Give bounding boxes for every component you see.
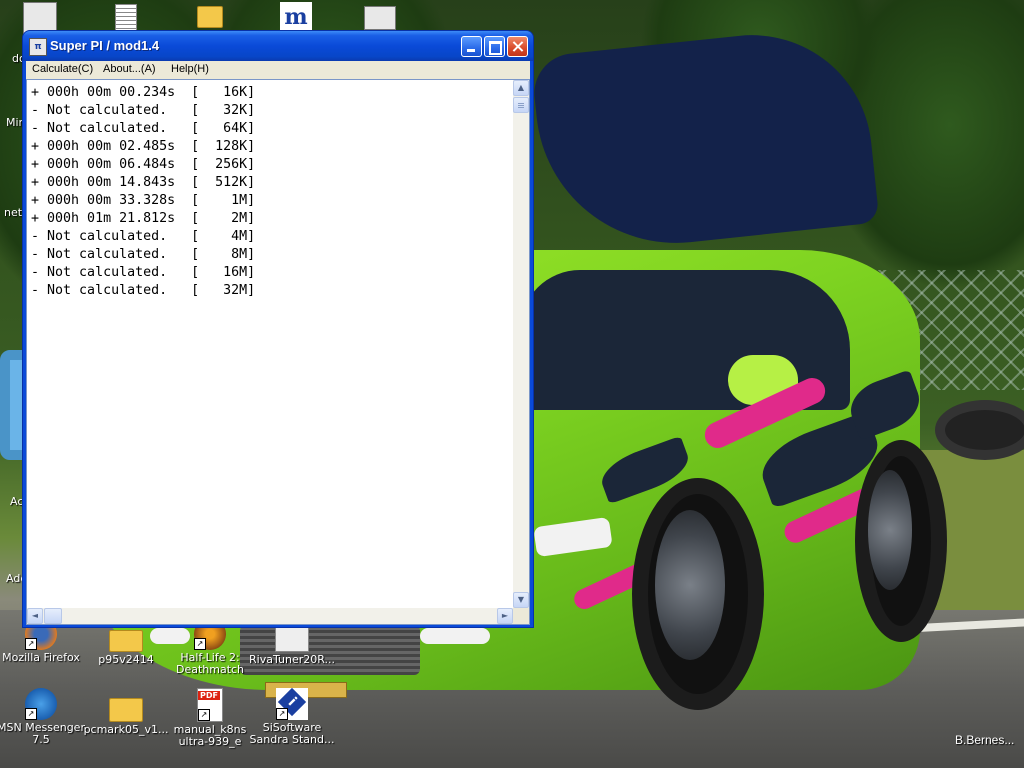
- result-digits: 256K: [215, 157, 248, 172]
- close-button[interactable]: [507, 36, 528, 57]
- scroll-left-button[interactable]: ◄: [27, 608, 43, 624]
- result-time: 000h 00m 33.328s: [47, 193, 176, 208]
- menu-help[interactable]: Help(H): [171, 63, 209, 75]
- result-row: - Not calculated. [8M]: [31, 247, 256, 262]
- result-digits: 8M: [231, 247, 248, 262]
- result-digits: 4M: [231, 229, 248, 244]
- result-status: -: [31, 283, 40, 298]
- result-status: +: [31, 139, 40, 154]
- minimize-button[interactable]: [461, 36, 482, 57]
- result-time: 000h 00m 00.234s: [47, 85, 176, 100]
- shortcut-arrow-icon: ↗: [276, 708, 288, 720]
- vertical-scroll-thumb[interactable]: [513, 97, 529, 113]
- superpi-app-icon[interactable]: π: [29, 38, 47, 56]
- result-row: + 000h 00m 06.484s [256K]: [31, 157, 256, 172]
- result-row: + 000h 01m 21.812s [2M]: [31, 211, 256, 226]
- result-row: - Not calculated. [32K]: [31, 103, 256, 118]
- desktop-icon-sandra[interactable]: ↗ SiSoftware Sandra Stand...: [244, 688, 340, 746]
- result-status: +: [31, 193, 40, 208]
- desktop-icon-cpu-top[interactable]: [332, 6, 428, 32]
- folder-icon: [197, 6, 223, 28]
- result-row: + 000h 00m 14.843s [512K]: [31, 175, 256, 190]
- result-digits: 128K: [215, 139, 248, 154]
- result-row: + 000h 00m 02.485s [128K]: [31, 139, 256, 154]
- menu-bar: Calculate(C) About...(A) Help(H): [26, 61, 530, 79]
- result-status: +: [31, 175, 40, 190]
- result-row: - Not calculated. [4M]: [31, 229, 256, 244]
- folder-icon: [109, 698, 143, 722]
- horizontal-scroll-thumb[interactable]: [44, 608, 62, 624]
- result-time: Not calculated.: [47, 265, 168, 280]
- cpu-icon: [364, 6, 396, 30]
- result-time: 000h 00m 02.485s: [47, 139, 176, 154]
- result-digits: 1M: [231, 193, 248, 208]
- result-digits: 32M: [223, 283, 248, 298]
- superpi-window[interactable]: π Super PI / mod1.4 Calculate(C) About..…: [22, 30, 534, 628]
- result-row: - Not calculated. [16M]: [31, 265, 256, 280]
- result-digits: 64K: [223, 121, 248, 136]
- result-time: Not calculated.: [47, 121, 168, 136]
- pdf-icon: ↗: [197, 688, 223, 722]
- result-digits: 512K: [215, 175, 248, 190]
- shortcut-arrow-icon: ↗: [25, 638, 37, 650]
- shortcut-arrow-icon: ↗: [25, 708, 37, 720]
- title-bar[interactable]: π Super PI / mod1.4: [23, 31, 533, 61]
- result-row: - Not calculated. [32M]: [31, 283, 256, 298]
- result-digits: 32K: [223, 103, 248, 118]
- folder-icon: [109, 630, 143, 652]
- menu-about[interactable]: About...(A): [103, 63, 156, 75]
- result-digits: 2M: [231, 211, 248, 226]
- result-row: - Not calculated. [64K]: [31, 121, 256, 136]
- result-digits: 16K: [223, 85, 248, 100]
- sandra-icon: ↗: [276, 688, 308, 720]
- desktop-icon-label: 7.5: [32, 733, 50, 746]
- desktop-icon-msn[interactable]: ↗ MSN Messenger 7.5: [0, 688, 89, 746]
- scrollbar-corner: [513, 608, 529, 624]
- result-row: + 000h 00m 33.328s [1M]: [31, 193, 256, 208]
- result-time: Not calculated.: [47, 229, 168, 244]
- result-time: Not calculated.: [47, 283, 168, 298]
- result-time: Not calculated.: [47, 247, 168, 262]
- menu-calculate[interactable]: Calculate(C): [32, 63, 93, 75]
- result-status: -: [31, 265, 40, 280]
- desktop-icon-pcmark[interactable]: pcmark05_v1...: [78, 688, 174, 736]
- scroll-right-button[interactable]: ►: [497, 608, 513, 624]
- msn-icon: ↗: [25, 688, 57, 720]
- desktop-icon-label: Mozilla Firefox: [2, 651, 80, 664]
- scroll-up-button[interactable]: ▲: [513, 80, 529, 96]
- result-time: 000h 00m 06.484s: [47, 157, 176, 172]
- results-panel[interactable]: + 000h 00m 00.234s [16K] - Not calculated…: [26, 79, 530, 625]
- result-time: 000h 01m 21.812s: [47, 211, 176, 226]
- wallpaper-watermark: B.Bernes...: [955, 733, 1015, 747]
- result-status: -: [31, 103, 40, 118]
- results-list: + 000h 00m 00.234s [16K] - Not calculated…: [31, 84, 255, 300]
- result-status: -: [31, 247, 40, 262]
- desktop-icon-label: pcmark05_v1...: [83, 723, 169, 736]
- vertical-scrollbar[interactable]: ▲ ▼: [513, 80, 529, 608]
- desktop-icon-label: p95v2414: [98, 653, 154, 666]
- result-status: +: [31, 211, 40, 226]
- result-status: -: [31, 229, 40, 244]
- notepad-icon: [115, 4, 137, 32]
- window-title: Super PI / mod1.4: [50, 38, 160, 53]
- result-status: +: [31, 85, 40, 100]
- horizontal-scrollbar[interactable]: ◄ ►: [27, 608, 513, 624]
- result-time: Not calculated.: [47, 103, 168, 118]
- result-time: 000h 00m 14.843s: [47, 175, 176, 190]
- scroll-down-button[interactable]: ▼: [513, 592, 529, 608]
- shortcut-arrow-icon: ↗: [198, 709, 210, 721]
- desktop-icon-label: Sandra Stand...: [249, 733, 335, 746]
- result-status: -: [31, 121, 40, 136]
- desktop-icon-folder-top-2[interactable]: [162, 6, 258, 30]
- result-digits: 16M: [223, 265, 248, 280]
- desktop-icon-label: RivaTuner20R...: [249, 653, 335, 666]
- maximize-button[interactable]: [484, 36, 505, 57]
- shortcut-arrow-icon: ↗: [194, 638, 206, 650]
- result-status: +: [31, 157, 40, 172]
- result-row: + 000h 00m 00.234s [16K]: [31, 85, 256, 100]
